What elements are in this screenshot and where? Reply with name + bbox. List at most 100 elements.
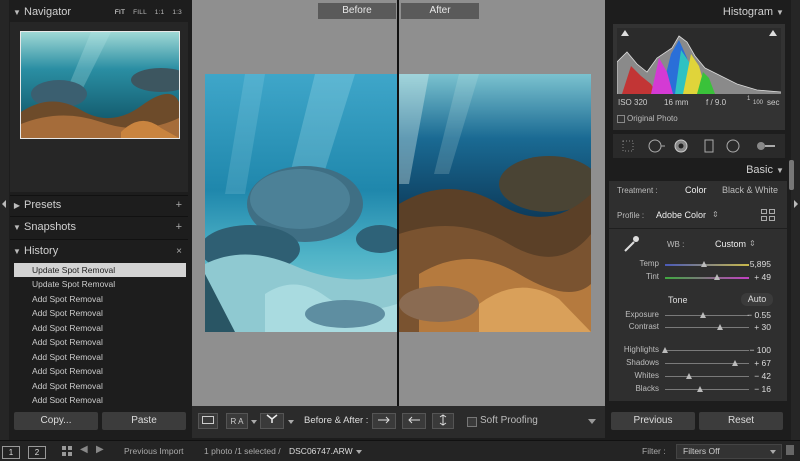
secondary-window-button[interactable]: 2 [28,446,46,459]
history-item[interactable]: Add Spot Removal [14,292,186,306]
filename-dropdown-icon[interactable] [356,450,362,454]
collapse-triangle-icon: ▼ [13,246,21,256]
navigator-header[interactable]: ▼ Navigator FIT FILL 1:1 1:3 [10,2,188,22]
history-item[interactable]: Add Spot Removal [14,350,186,364]
zoom-option[interactable]: FIT [115,9,125,16]
shadows-slider[interactable] [665,360,749,366]
collapse-triangle-icon: ▼ [13,7,21,17]
photo-count: 1 photo /1 selected / [204,446,281,456]
toolbar-menu-icon[interactable] [588,419,596,424]
filter-select[interactable]: Filters Off [676,444,782,459]
highlights-slider-thumb[interactable] [662,347,668,353]
highlights-value[interactable]: − 100 [739,345,771,355]
history-item[interactable]: Add Spot Removal [14,335,186,349]
filter-value: Filters Off [683,446,720,456]
tint-slider[interactable] [665,274,749,280]
contrast-slider[interactable] [665,324,749,330]
tint-value[interactable]: + 49 [739,272,771,282]
filename[interactable]: DSC06747.ARW [289,446,353,456]
add-preset-icon[interactable]: + [176,199,182,211]
previous-button[interactable]: Previous [611,412,695,430]
swap-icon [439,414,447,426]
loupe-view-button[interactable] [198,413,218,429]
navigator-zoom-options: FIT FILL 1:1 1:3 [109,9,182,16]
whites-slider-thumb[interactable] [686,373,693,379]
tint-label: Tint [645,272,659,281]
history-item[interactable]: Add Spot Removal [14,379,186,393]
soft-proofing-label: Soft Proofing [480,415,538,426]
copy-before-to-after-button[interactable] [372,413,396,429]
before-after-label: Before & After : [304,415,369,426]
before-after-dropdown-icon[interactable] [288,420,294,424]
exposure-label: Exposure [625,310,659,319]
snapshots-header[interactable]: ▼ Snapshots + [10,217,188,237]
copy-after-to-before-button[interactable] [402,413,426,429]
contrast-value[interactable]: + 30 [739,322,771,332]
whites-value[interactable]: − 42 [739,371,771,381]
highlights-slider[interactable] [662,347,749,353]
left-panel-toggle[interactable] [0,0,9,442]
swap-before-after-button[interactable] [432,413,454,429]
before-after-view: Before After [192,0,605,406]
right-panel: Histogram ▼ ISO 320 16 mm f / 9.0 1 100 … [609,0,791,460]
source-label[interactable]: Previous Import [124,446,184,456]
forward-arrow-icon[interactable]: ▶ [96,444,104,455]
soft-proofing-checkbox[interactable] [467,417,477,427]
view-toolbar: R A Before & After : Soft Proofing [192,406,605,438]
temp-slider-thumb[interactable] [700,261,707,267]
y-split-icon [266,414,278,423]
slider-group: Temp 5,895 Tint + 49 Exposure − 0.55 Con… [609,0,787,400]
add-snapshot-icon[interactable]: + [176,221,182,233]
tint-slider-thumb[interactable] [714,274,721,280]
primary-window-button[interactable]: 1 [2,446,20,459]
temp-label: Temp [639,259,659,268]
history-header[interactable]: ▼ History × [10,241,188,261]
filter-label: Filter : [642,446,666,456]
exposure-slider-thumb[interactable] [699,312,706,318]
after-photo[interactable] [399,74,591,332]
before-photo[interactable] [205,74,397,332]
blacks-slider-thumb[interactable] [697,386,704,392]
right-panel-toggle[interactable] [791,0,800,442]
temp-slider[interactable] [665,261,749,267]
ra-dropdown-icon[interactable] [251,420,257,424]
contrast-slider-thumb[interactable] [716,324,723,330]
clear-history-icon[interactable]: × [176,246,182,257]
paste-button[interactable]: Paste [102,412,186,430]
arrow-right-icon [378,416,390,424]
blacks-value[interactable]: − 16 [739,384,771,394]
history-item[interactable]: Add Spot Removal [14,364,186,378]
history-item[interactable]: Update Spot Removal [14,263,186,277]
temp-value[interactable]: 5,895 [739,259,771,269]
shadows-value[interactable]: + 67 [739,358,771,368]
whites-label: Whites [634,371,659,380]
collapse-triangle-icon: ▼ [13,222,21,232]
copy-button[interactable]: Copy... [14,412,98,430]
right-panel-scrollbar[interactable] [789,160,794,190]
thumbnail-image [21,32,179,138]
whites-slider[interactable] [665,373,749,379]
back-arrow-icon[interactable]: ◀ [80,444,88,455]
contrast-label: Contrast [628,322,659,331]
history-item[interactable]: Update Spot Removal [14,277,186,291]
blacks-slider[interactable] [665,386,749,392]
presets-header[interactable]: ▶ Presets + [10,195,188,215]
ra-view-button[interactable]: R A [226,413,248,429]
navigator-thumbnail[interactable] [20,31,180,139]
blacks-label: Blacks [635,384,659,393]
exposure-value[interactable]: − 0.55 [739,310,771,320]
shadows-slider-thumb[interactable] [731,360,738,366]
highlights-label: Highlights [623,345,659,354]
history-item[interactable]: Add Spot Removal [14,321,186,335]
history-item[interactable]: Add Spot Removal [14,393,186,403]
reset-button[interactable]: Reset [699,412,783,430]
zoom-option[interactable]: 1:1 [155,9,165,16]
history-item[interactable]: Add Spot Removal [14,306,186,320]
exposure-slider[interactable] [665,312,749,318]
loupe-icon [202,416,214,424]
grid-view-icon[interactable] [62,446,72,456]
before-after-view-button[interactable] [260,413,284,429]
zoom-option[interactable]: FILL [133,9,147,16]
zoom-option[interactable]: 1:3 [172,9,182,16]
filter-lock-icon[interactable] [786,445,794,455]
